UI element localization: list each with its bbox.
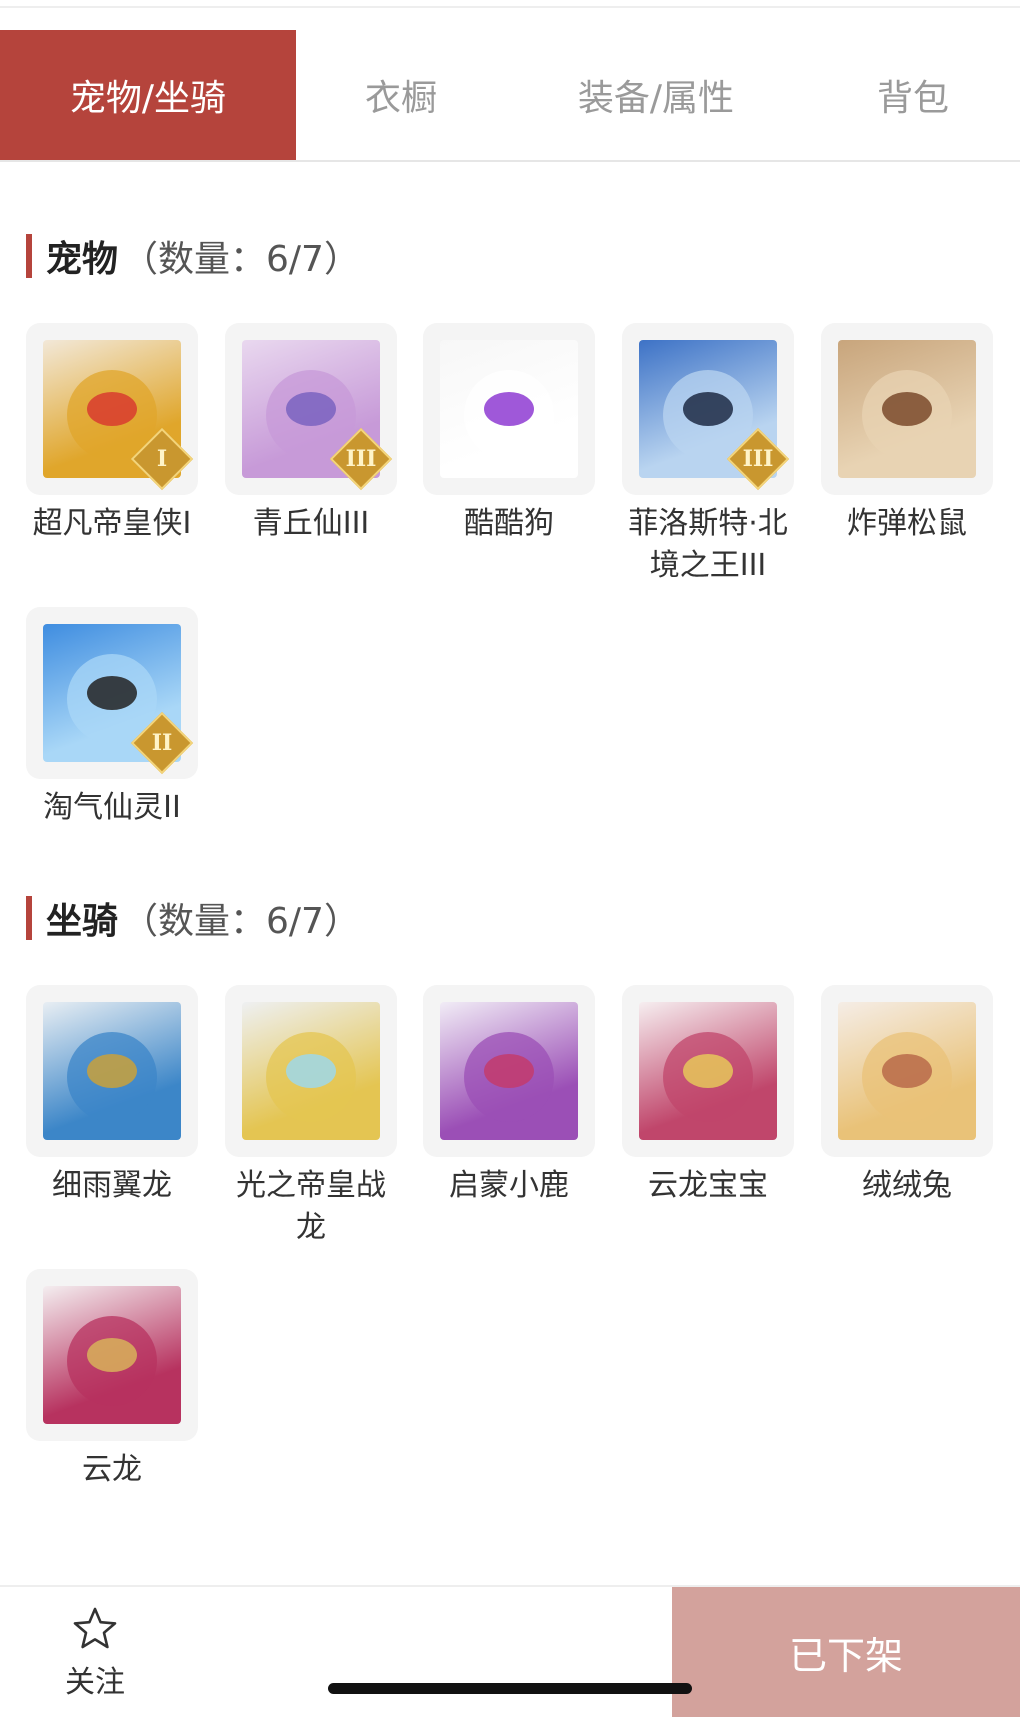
tab-wardrobe[interactable]: 衣橱 bbox=[296, 30, 506, 160]
character-artwork-icon bbox=[242, 1002, 380, 1140]
top-divider bbox=[0, 6, 1020, 8]
follow-button[interactable]: 关注 bbox=[40, 1597, 150, 1707]
pet-item[interactable]: I 超凡帝皇侠I bbox=[26, 323, 198, 545]
mount-item[interactable]: 云龙宝宝 bbox=[622, 985, 794, 1207]
mount-name: 云龙 bbox=[82, 1452, 142, 1487]
pets-count: （数量：6/7） bbox=[122, 239, 360, 280]
character-artwork-icon bbox=[440, 340, 578, 478]
home-indicator bbox=[328, 1683, 692, 1694]
mount-name: 细雨翼龙 bbox=[52, 1168, 172, 1203]
section-accent-bar bbox=[26, 896, 32, 940]
pet-thumbnail: II bbox=[26, 607, 198, 779]
mount-thumbnail bbox=[26, 1269, 198, 1441]
mount-item[interactable]: 绒绒兔 bbox=[821, 985, 993, 1207]
mount-item[interactable]: 云龙 bbox=[26, 1269, 198, 1491]
rank-badge-label: III bbox=[345, 446, 377, 472]
pet-thumbnail: III bbox=[225, 323, 397, 495]
character-artwork-icon bbox=[838, 1002, 976, 1140]
pet-item[interactable]: 酷酷狗 bbox=[423, 323, 595, 545]
mount-item[interactable]: 光之帝皇战龙 bbox=[225, 985, 397, 1249]
tab-bar: 宠物/坐骑 衣橱 装备/属性 背包 bbox=[0, 30, 1020, 162]
character-artwork-icon bbox=[838, 340, 976, 478]
tab-backpack[interactable]: 背包 bbox=[806, 30, 1020, 160]
mount-thumbnail bbox=[423, 985, 595, 1157]
pet-name: 超凡帝皇侠I bbox=[32, 506, 192, 541]
pet-thumbnail bbox=[821, 323, 993, 495]
tab-pets-mounts[interactable]: 宠物/坐骑 bbox=[0, 30, 296, 160]
mount-item[interactable]: 细雨翼龙 bbox=[26, 985, 198, 1207]
pet-name: 菲洛斯特·北境之王III bbox=[628, 506, 788, 583]
mount-thumbnail bbox=[622, 985, 794, 1157]
off-shelf-button[interactable]: 已下架 bbox=[672, 1587, 1020, 1717]
pets-section-title: 宠物 （数量：6/7） bbox=[26, 233, 360, 280]
mount-name: 云龙宝宝 bbox=[648, 1168, 768, 1203]
pet-name: 青丘仙III bbox=[252, 506, 370, 541]
tab-equipment-attributes[interactable]: 装备/属性 bbox=[506, 30, 806, 160]
mount-name: 光之帝皇战龙 bbox=[236, 1168, 386, 1245]
character-artwork-icon bbox=[440, 1002, 578, 1140]
pet-item[interactable]: 炸弹松鼠 bbox=[821, 323, 993, 545]
pets-title: 宠物 bbox=[46, 239, 119, 280]
mount-name: 启蒙小鹿 bbox=[449, 1168, 569, 1203]
rank-badge-label: I bbox=[156, 446, 168, 472]
bottom-action-bar: 关注 已下架 bbox=[0, 1585, 1020, 1717]
pet-thumbnail: III bbox=[622, 323, 794, 495]
character-artwork-icon bbox=[43, 1286, 181, 1424]
pet-name: 淘气仙灵II bbox=[43, 790, 181, 825]
mount-thumbnail bbox=[26, 985, 198, 1157]
pet-name: 酷酷狗 bbox=[464, 506, 554, 541]
mounts-section-title: 坐骑 （数量：6/7） bbox=[26, 895, 360, 942]
section-accent-bar bbox=[26, 234, 32, 278]
star-icon bbox=[73, 1607, 117, 1649]
pet-item[interactable]: II 淘气仙灵II bbox=[26, 607, 198, 829]
character-artwork-icon bbox=[43, 1002, 181, 1140]
pet-item[interactable]: III 青丘仙III bbox=[225, 323, 397, 545]
mount-name: 绒绒兔 bbox=[862, 1168, 952, 1203]
rank-badge-label: III bbox=[742, 446, 774, 472]
follow-label: 关注 bbox=[65, 1665, 125, 1700]
mount-thumbnail bbox=[225, 985, 397, 1157]
pet-thumbnail bbox=[423, 323, 595, 495]
mount-thumbnail bbox=[821, 985, 993, 1157]
rank-badge-label: II bbox=[151, 730, 173, 756]
pet-thumbnail: I bbox=[26, 323, 198, 495]
pet-item[interactable]: III 菲洛斯特·北境之王III bbox=[622, 323, 794, 587]
mount-item[interactable]: 启蒙小鹿 bbox=[423, 985, 595, 1207]
pet-name: 炸弹松鼠 bbox=[847, 506, 967, 541]
character-artwork-icon bbox=[639, 1002, 777, 1140]
mounts-title: 坐骑 bbox=[46, 901, 119, 942]
mounts-count: （数量：6/7） bbox=[122, 901, 360, 942]
